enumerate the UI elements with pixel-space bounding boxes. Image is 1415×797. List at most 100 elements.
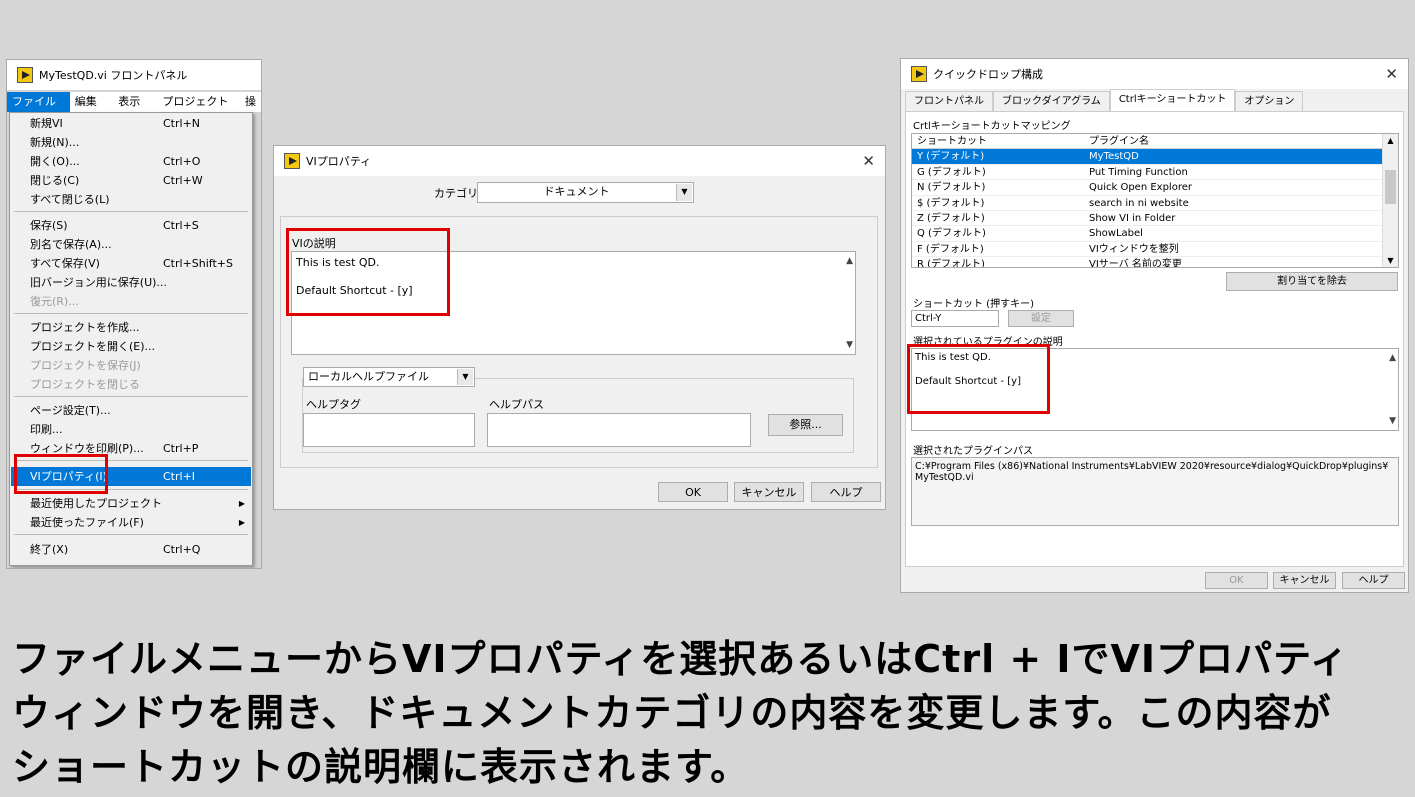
highlight-plugin-description bbox=[907, 344, 1050, 414]
column-header-shortcut: ショートカット bbox=[917, 136, 987, 147]
table-row[interactable]: F (デフォルト) VIウィンドウを整列 bbox=[912, 242, 1383, 258]
cell-plugin: ShowLabel bbox=[1089, 228, 1143, 240]
menu-item-shortcut: Ctrl+N bbox=[163, 117, 201, 130]
front-panel-titlebar: MyTestQD.vi フロントパネル bbox=[7, 60, 261, 90]
table-row[interactable]: R (デフォルト) VIサーバ 名前の変更 bbox=[912, 257, 1383, 268]
menu-item-open-project[interactable]: プロジェクトを開く(E)... bbox=[11, 337, 251, 356]
help-button[interactable]: ヘルプ bbox=[1342, 572, 1405, 589]
menu-file[interactable]: ファイル(F) bbox=[7, 92, 70, 128]
labview-icon bbox=[17, 67, 33, 83]
table-row[interactable]: Q (デフォルト) ShowLabel bbox=[912, 226, 1383, 242]
file-menu: 新規VI Ctrl+N 新規(N)... 開く(O)... Ctrl+O 閉じる(C… bbox=[9, 112, 253, 566]
table-row[interactable]: Y (デフォルト) MyTestQD bbox=[912, 149, 1383, 165]
cell-shortcut: $ (デフォルト) bbox=[917, 197, 985, 209]
column-header-plugin: プラグイン名 bbox=[1089, 136, 1149, 147]
cancel-button[interactable]: キャンセル bbox=[1273, 572, 1336, 589]
cell-shortcut: Y (デフォルト) bbox=[917, 151, 985, 163]
cell-shortcut: Q (デフォルト) bbox=[917, 228, 986, 240]
close-icon[interactable]: ✕ bbox=[862, 152, 875, 170]
scroll-down-icon[interactable]: ▼ bbox=[846, 340, 853, 350]
tab-options[interactable]: オプション bbox=[1235, 91, 1304, 111]
menu-item-label: 閉じる(C) bbox=[30, 174, 80, 187]
cell-plugin: Put Timing Function bbox=[1089, 166, 1188, 178]
menu-item-new-vi[interactable]: 新規VI Ctrl+N bbox=[11, 114, 251, 133]
menu-separator bbox=[14, 313, 248, 314]
highlight-vi-properties-menu bbox=[14, 454, 108, 494]
table-row[interactable]: N (デフォルト) Quick Open Explorer bbox=[912, 180, 1383, 196]
table-header: ショートカット プラグイン名 bbox=[912, 134, 1383, 150]
tab-ctrl-shortcuts[interactable]: Ctrlキーショートカット bbox=[1109, 89, 1236, 111]
table-row[interactable]: Z (デフォルト) Show VI in Folder bbox=[912, 211, 1383, 227]
ok-button[interactable]: OK bbox=[658, 482, 728, 502]
menu-item-label: ページ設定(T)... bbox=[30, 404, 111, 417]
dialog-title: VIプロパティ bbox=[306, 155, 372, 168]
table-row[interactable]: $ (デフォルト) search in ni website bbox=[912, 196, 1383, 211]
help-button[interactable]: ヘルプ bbox=[811, 482, 881, 502]
shortcut-mapping-table: ショートカット プラグイン名 Y (デフォルト) MyTestQD G (デフォル… bbox=[911, 133, 1399, 268]
menu-view[interactable]: 表示(V) bbox=[113, 92, 157, 128]
set-button[interactable]: 設定 bbox=[1008, 310, 1074, 327]
browse-button[interactable]: 参照... bbox=[768, 414, 843, 436]
vi-properties-titlebar: VIプロパティ ✕ bbox=[274, 146, 885, 176]
menu-item-label: 最近使ったファイル(F) bbox=[30, 516, 144, 529]
menu-item-close-project: プロジェクトを閉じる bbox=[11, 375, 251, 394]
table-scrollbar[interactable]: ▲ ▼ bbox=[1382, 134, 1398, 267]
menu-item-close[interactable]: 閉じる(C) Ctrl+W bbox=[11, 171, 251, 190]
tab-block-diagram[interactable]: ブロックダイアグラム bbox=[993, 91, 1110, 111]
category-value: ドキュメント bbox=[543, 185, 610, 198]
menu-edit[interactable]: 編集(E) bbox=[70, 92, 114, 128]
menu-item-save[interactable]: 保存(S) Ctrl+S bbox=[11, 216, 251, 235]
menu-item-label: プロジェクトを保存(J) bbox=[30, 359, 141, 372]
shortcut-key-input[interactable]: Ctrl-Y bbox=[911, 310, 999, 327]
menu-item-page-setup[interactable]: ページ設定(T)... bbox=[11, 401, 251, 420]
cell-plugin: VIウィンドウを整列 bbox=[1089, 243, 1179, 255]
menu-item-save-as[interactable]: 別名で保存(A)... bbox=[11, 235, 251, 254]
tab-strip: フロントパネル ブロックダイアグラム Ctrlキーショートカット オプション bbox=[905, 89, 1304, 111]
scroll-thumb[interactable] bbox=[1385, 170, 1396, 204]
menu-item-print[interactable]: 印刷... bbox=[11, 420, 251, 439]
menu-separator bbox=[14, 396, 248, 397]
remove-assignment-button[interactable]: 割り当てを除去 bbox=[1226, 272, 1398, 291]
help-file-select[interactable]: ローカルヘルプファイル ▼ bbox=[303, 367, 475, 387]
menu-item-new[interactable]: 新規(N)... bbox=[11, 133, 251, 152]
menu-project[interactable]: プロジェクト(P) bbox=[157, 92, 240, 128]
table-row[interactable]: G (デフォルト) Put Timing Function bbox=[912, 165, 1383, 181]
scroll-up-icon[interactable]: ▲ bbox=[846, 256, 853, 266]
menu-item-open[interactable]: 開く(O)... Ctrl+O bbox=[11, 152, 251, 171]
help-path-input[interactable] bbox=[487, 413, 751, 447]
mapping-label: Crtlキーショートカットマッピング bbox=[913, 121, 1071, 132]
menu-item-save-for-previous[interactable]: 旧バージョン用に保存(U)... bbox=[11, 273, 251, 292]
menu-item-label: 旧バージョン用に保存(U)... bbox=[30, 276, 167, 289]
close-icon[interactable]: ✕ bbox=[1385, 65, 1398, 83]
menu-item-label: すべて閉じる(L) bbox=[30, 193, 110, 206]
tab-front-panel[interactable]: フロントパネル bbox=[905, 91, 993, 111]
menu-operate[interactable]: 操 bbox=[240, 92, 261, 112]
menu-item-close-all[interactable]: すべて閉じる(L) bbox=[11, 190, 251, 209]
menu-item-create-project[interactable]: プロジェクトを作成... bbox=[11, 318, 251, 337]
menu-item-exit[interactable]: 終了(X) Ctrl+Q bbox=[11, 540, 251, 559]
menu-item-shortcut: Ctrl+S bbox=[163, 219, 199, 232]
scroll-up-icon[interactable]: ▲ bbox=[1389, 353, 1396, 363]
shortcut-key-label: ショートカット (押すキー) bbox=[913, 299, 1034, 310]
scroll-down-icon[interactable]: ▼ bbox=[1389, 416, 1396, 426]
quick-drop-titlebar: クイックドロップ構成 ✕ bbox=[901, 59, 1408, 89]
plugin-path-label: 選択されたプラグインパス bbox=[913, 446, 1033, 457]
scroll-down-icon[interactable]: ▼ bbox=[1383, 256, 1398, 265]
menu-item-recent-files[interactable]: 最近使ったファイル(F) ▶ bbox=[11, 513, 251, 532]
category-select[interactable]: ドキュメント ▼ bbox=[477, 182, 694, 203]
scroll-up-icon[interactable]: ▲ bbox=[1383, 136, 1398, 145]
help-tag-label: ヘルプタグ bbox=[306, 398, 361, 411]
cell-plugin: VIサーバ 名前の変更 bbox=[1089, 259, 1182, 268]
cancel-button[interactable]: キャンセル bbox=[734, 482, 804, 502]
menu-item-save-all[interactable]: すべて保存(V) Ctrl+Shift+S bbox=[11, 254, 251, 273]
menubar: ファイル(F) 編集(E) 表示(V) プロジェクト(P) 操 bbox=[7, 92, 261, 128]
chevron-down-icon: ▼ bbox=[676, 184, 692, 201]
help-tag-input[interactable] bbox=[303, 413, 475, 447]
cell-plugin: Show VI in Folder bbox=[1089, 213, 1176, 224]
plugin-path-box: C:¥Program Files (x86)¥National Instrume… bbox=[911, 457, 1399, 526]
menu-item-label: プロジェクトを作成... bbox=[30, 321, 140, 334]
menu-item-recent-projects[interactable]: 最近使用したプロジェクト ▶ bbox=[11, 494, 251, 513]
ok-button[interactable]: OK bbox=[1205, 572, 1268, 589]
cell-plugin: MyTestQD bbox=[1089, 151, 1139, 163]
cell-shortcut: F (デフォルト) bbox=[917, 243, 984, 255]
